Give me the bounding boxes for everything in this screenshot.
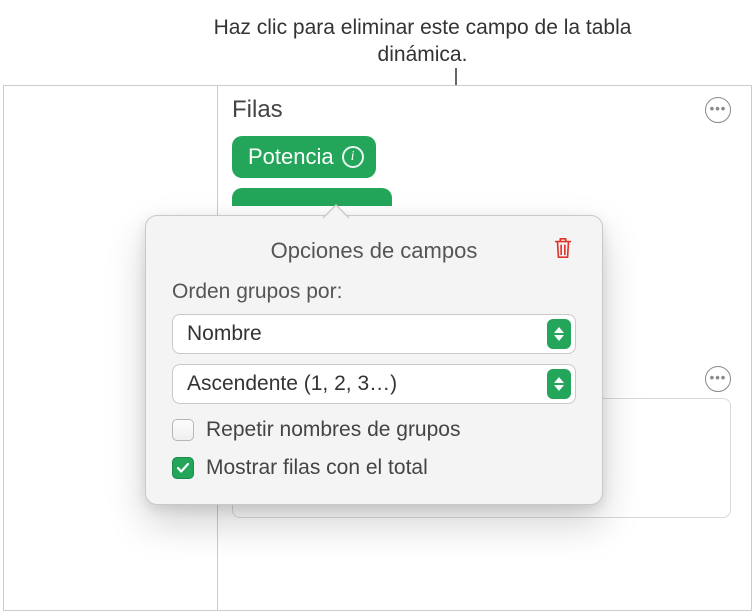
trash-icon (552, 236, 574, 260)
delete-field-button[interactable] (552, 236, 578, 262)
sort-by-select[interactable]: Nombre (172, 314, 576, 354)
checkmark-icon (176, 461, 190, 475)
popover-header: Opciones de campos (172, 238, 576, 264)
dropdown-stepper-icon (547, 369, 571, 399)
field-pill-secondary[interactable] (232, 188, 392, 206)
field-pill-potencia[interactable]: Potencia i (232, 136, 376, 178)
repeat-names-label: Repetir nombres de grupos (206, 418, 460, 442)
show-totals-checkbox[interactable] (172, 457, 194, 479)
callout-text: Haz clic para eliminar este campo de la … (190, 14, 655, 69)
sort-by-value: Nombre (187, 322, 547, 346)
show-totals-label: Mostrar filas con el total (206, 456, 428, 480)
rows-title: Filas (232, 96, 283, 124)
dropdown-stepper-icon (547, 319, 571, 349)
repeat-names-checkbox[interactable] (172, 419, 194, 441)
order-groups-label: Orden grupos por: (172, 280, 576, 304)
more-options-icon[interactable]: ••• (705, 97, 731, 123)
rows-section-header: Filas ••• (218, 86, 751, 124)
sort-direction-value: Ascendente (1, 2, 3…) (187, 372, 547, 396)
popover-title: Opciones de campos (271, 238, 478, 264)
sort-direction-select[interactable]: Ascendente (1, 2, 3…) (172, 364, 576, 404)
more-options-icon-lower[interactable]: ••• (705, 366, 731, 392)
field-pill-label: Potencia (248, 144, 334, 170)
repeat-names-row[interactable]: Repetir nombres de grupos (172, 418, 576, 442)
field-options-popover: Opciones de campos Orden grupos por: Nom… (145, 215, 603, 505)
info-icon[interactable]: i (342, 146, 364, 168)
field-pills-area: Potencia i (218, 124, 751, 206)
show-totals-row[interactable]: Mostrar filas con el total (172, 456, 576, 480)
